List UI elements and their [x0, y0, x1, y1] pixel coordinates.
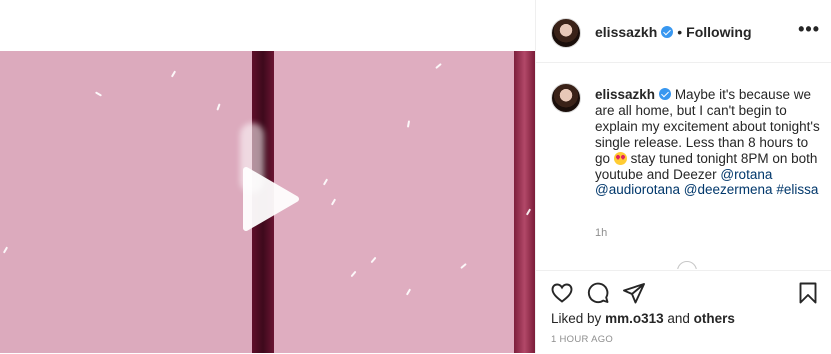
video-frame-panel-right: [274, 51, 514, 353]
post-header: elissazkh • Following •••: [536, 0, 831, 63]
likes-summary: Liked by mm.o313 and others: [551, 311, 735, 326]
share-icon: [622, 281, 646, 305]
caption-text: stay tuned tonight 8PM on both youtube a…: [595, 150, 818, 182]
comment-icon: [586, 281, 610, 305]
mention-link[interactable]: @deezermena: [684, 182, 773, 197]
post-sidebar: elissazkh • Following ••• elissazkh Maybe …: [535, 0, 831, 353]
share-button[interactable]: [622, 281, 646, 305]
caption-username-link[interactable]: elissazkh: [595, 87, 655, 102]
author-line: elissazkh • Following: [595, 24, 752, 40]
play-icon: [240, 166, 300, 232]
save-button[interactable]: [796, 281, 820, 305]
post-timestamp[interactable]: 1 HOUR AGO: [551, 334, 613, 345]
video-frame-edge: [514, 51, 535, 353]
caption: elissazkh Maybe it's because we are all …: [595, 87, 820, 198]
video-frame-panel-left: [0, 51, 252, 353]
separator-dot: •: [677, 24, 683, 40]
following-button[interactable]: Following: [686, 24, 751, 40]
avatar[interactable]: [551, 18, 581, 48]
likes-prefix: Liked by: [551, 311, 602, 326]
heart-eyes-emoji-icon: [613, 151, 627, 165]
likes-and: and: [667, 311, 690, 326]
verified-badge-icon: [661, 26, 674, 38]
heart-icon: [550, 281, 574, 305]
author-username-link[interactable]: elissazkh: [595, 24, 657, 40]
comments-area: elissazkh Maybe it's because we are all …: [536, 63, 831, 270]
hashtag-link[interactable]: #elissa: [776, 182, 818, 197]
verified-badge-icon: [659, 88, 672, 100]
mention-link[interactable]: @audiorotana: [595, 182, 680, 197]
comment-button[interactable]: [586, 281, 610, 305]
like-button[interactable]: [550, 281, 574, 305]
mention-link[interactable]: @rotana: [720, 167, 772, 182]
liked-by-user-link[interactable]: mm.o313: [605, 311, 664, 326]
avatar[interactable]: [551, 83, 581, 113]
play-button[interactable]: [240, 166, 300, 232]
post-actions: Liked by mm.o313 and others 1 HOUR AGO: [536, 270, 831, 354]
likes-others-link[interactable]: others: [694, 311, 735, 326]
video-player[interactable]: [0, 51, 535, 353]
more-options-icon[interactable]: •••: [798, 20, 820, 38]
bookmark-icon: [796, 281, 820, 305]
caption-timestamp[interactable]: 1h: [595, 227, 607, 239]
